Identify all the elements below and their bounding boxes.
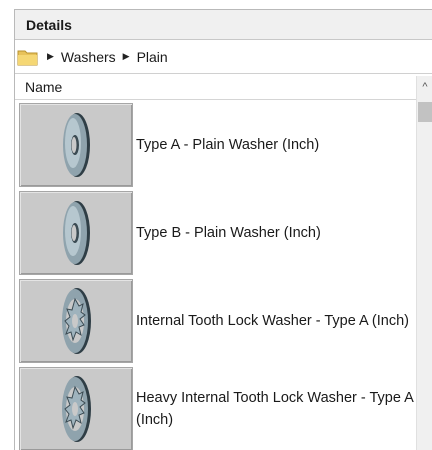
details-panel: Details ▶ Washers ▶ Plain Name Type A - … xyxy=(14,9,432,450)
panel-title: Details xyxy=(26,16,72,33)
panel-header: Details xyxy=(15,10,432,40)
item-label: Type B - Plain Washer (Inch) xyxy=(136,225,321,241)
list-item[interactable]: Type B - Plain Washer (Inch) xyxy=(15,189,417,277)
scrollbar-thumb[interactable] xyxy=(418,102,432,122)
column-header-name[interactable]: Name xyxy=(15,79,62,95)
folder-icon[interactable] xyxy=(17,47,39,67)
item-label: Heavy Internal Tooth Lock Washer - Type … xyxy=(136,390,413,428)
plain-washer-icon xyxy=(19,103,133,187)
vertical-scrollbar[interactable]: ^ xyxy=(416,76,432,450)
item-label: Type A - Plain Washer (Inch) xyxy=(136,137,320,153)
breadcrumb-plain[interactable]: Plain xyxy=(137,49,168,65)
breadcrumb-washers[interactable]: Washers xyxy=(61,49,116,65)
tooth-lock-washer-icon xyxy=(19,367,133,450)
column-header-row: Name xyxy=(15,74,432,100)
list-item[interactable]: Type A - Plain Washer (Inch) xyxy=(15,101,417,189)
breadcrumb: ▶ Washers ▶ Plain xyxy=(15,40,432,74)
triangle-right-icon: ▶ xyxy=(122,51,130,61)
plain-washer-icon xyxy=(19,191,133,275)
item-label: Internal Tooth Lock Washer - Type A (Inc… xyxy=(136,313,409,329)
list-item[interactable]: Heavy Internal Tooth Lock Washer - Type … xyxy=(15,365,417,450)
triangle-right-icon: ▶ xyxy=(47,51,54,61)
item-list: Type A - Plain Washer (Inch) Type B - Pl… xyxy=(15,101,417,450)
tooth-lock-washer-icon xyxy=(19,279,133,363)
list-item[interactable]: Internal Tooth Lock Washer - Type A (Inc… xyxy=(15,277,417,365)
scroll-up-arrow-icon[interactable]: ^ xyxy=(417,76,432,98)
